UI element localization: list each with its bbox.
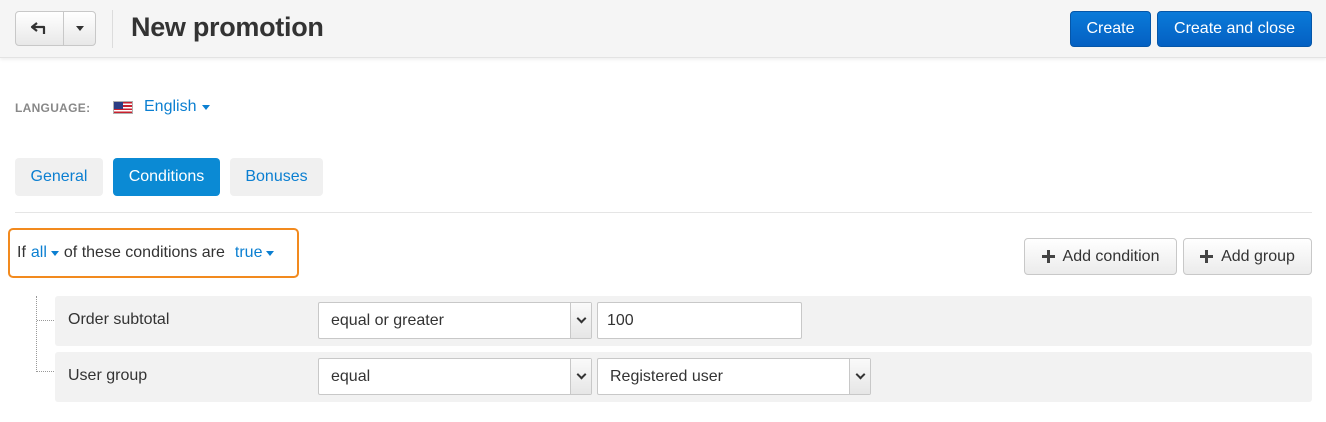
truth-dropdown[interactable]: true [235, 244, 275, 262]
value-select[interactable]: Registered user [597, 358, 871, 395]
tabs-divider [15, 212, 1312, 213]
select-arrow [570, 359, 591, 394]
value-input[interactable]: 100 [597, 302, 802, 339]
condition-row: User group equal Registered user [55, 352, 1312, 402]
page-title: New promotion [131, 12, 324, 42]
operator-select[interactable]: equal or greater [318, 302, 592, 339]
language-selector[interactable]: English [144, 98, 211, 116]
back-button[interactable] [16, 12, 64, 45]
tree-connector [37, 371, 54, 372]
us-flag-icon [113, 101, 133, 114]
back-button-group [15, 11, 96, 46]
operator-select[interactable]: equal [318, 358, 592, 395]
back-dropdown-toggle[interactable] [64, 12, 95, 45]
add-group-button[interactable]: Add group [1183, 238, 1312, 275]
value-select-value: Registered user [610, 367, 723, 385]
plus-icon [1041, 250, 1055, 263]
condition-label: User group [68, 367, 148, 384]
create-and-close-button[interactable]: Create and close [1157, 11, 1312, 47]
add-group-label: Add group [1221, 247, 1295, 265]
toolbar: New promotion Create Create and close [0, 0, 1326, 58]
language-label: LANGUAGE: [15, 101, 91, 115]
condition-row: Order subtotal equal or greater 100 [55, 296, 1312, 346]
chevron-down-icon [576, 369, 586, 380]
toolbar-divider [112, 10, 113, 48]
language-value: English [144, 98, 197, 115]
chevron-down-icon [266, 250, 275, 256]
condition-label: Order subtotal [68, 311, 170, 328]
select-arrow [570, 303, 591, 338]
chevron-down-icon [202, 104, 211, 110]
chevron-down-icon [855, 369, 865, 380]
back-arrow-icon [30, 21, 45, 34]
quantifier-value: all [30, 244, 47, 261]
quantifier-dropdown[interactable]: all [31, 244, 59, 262]
add-condition-button[interactable]: Add condition [1024, 238, 1177, 275]
condition-statement: If all of these conditions are true [8, 228, 299, 278]
tree-connector [37, 320, 54, 321]
select-arrow [849, 359, 870, 394]
plus-icon [1200, 250, 1214, 263]
chevron-down-icon [50, 250, 59, 256]
condition-middle-text: of these conditions are [63, 244, 225, 261]
create-button[interactable]: Create [1070, 11, 1151, 47]
chevron-down-icon [576, 313, 586, 324]
tab-conditions[interactable]: Conditions [113, 158, 220, 196]
add-condition-label: Add condition [1062, 247, 1160, 265]
tab-general[interactable]: General [15, 158, 103, 196]
tab-bonuses[interactable]: Bonuses [230, 158, 323, 196]
chevron-down-icon [75, 26, 84, 31]
condition-prefix: If [17, 244, 26, 261]
operator-value: equal [331, 367, 371, 385]
operator-value: equal or greater [331, 311, 444, 329]
truth-value: true [234, 244, 263, 261]
tree-connector [36, 296, 37, 372]
